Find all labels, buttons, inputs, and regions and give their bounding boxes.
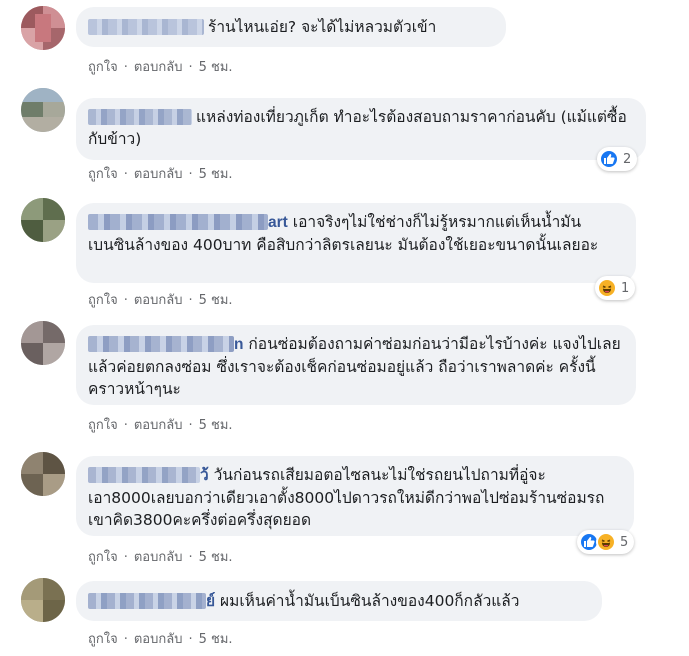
avatar[interactable] [21,321,65,365]
commenter-name[interactable] [88,213,268,230]
timestamp[interactable]: 5 ชม. [199,546,233,567]
reaction-count: 5 [620,534,629,550]
commenter-name[interactable] [88,18,204,35]
reaction-summary[interactable]: 1 [595,276,636,300]
commenter-name[interactable] [88,335,234,352]
avatar[interactable] [21,88,65,132]
reply-link[interactable]: ตอบกลับ [134,414,183,435]
like-link[interactable]: ถูกใจ [88,56,118,77]
like-icon [599,149,619,169]
reply-link[interactable]: ตอบกลับ [134,163,183,184]
like-link[interactable]: ถูกใจ [88,546,118,567]
timestamp[interactable]: 5 ชม. [199,628,233,649]
like-link[interactable]: ถูกใจ [88,163,118,184]
commenter-name-tail[interactable]: ว้ [200,467,209,484]
comment-actions: ถูกใจ · ตอบกลับ · 5 ชม. [88,546,233,567]
comment-actions: ถูกใจ · ตอบกลับ · 5 ชม. [88,628,233,649]
comment-actions: ถูกใจ · ตอบกลับ · 5 ชม. [88,414,233,435]
reaction-summary[interactable]: 5 [577,530,635,554]
comment-actions: ถูกใจ · ตอบกลับ · 5 ชม. [88,289,233,310]
reaction-count: 2 [623,151,632,167]
comment-bubble: ร้านไหนเอ่ย? จะได้ไม่หลวมตัวเข้า [76,7,506,47]
avatar[interactable] [21,578,65,622]
commenter-name[interactable] [88,108,192,125]
timestamp[interactable]: 5 ชม. [199,289,233,310]
comment-actions: ถูกใจ · ตอบกลับ · 5 ชม. [88,56,233,77]
commenter-name-tail[interactable]: art [268,214,288,231]
comment-text: ร้านไหนเอ่ย? จะได้ไม่หลวมตัวเข้า [208,18,437,36]
comment-actions: ถูกใจ · ตอบกลับ · 5 ชม. [88,163,233,184]
timestamp[interactable]: 5 ชม. [199,56,233,77]
reply-link[interactable]: ตอบกลับ [134,628,183,649]
comment-text: ผมเห็นค่าน้ำมันเบ็นซินล้างของ400ก็กลัวแล… [220,592,520,610]
commenter-name-tail[interactable]: n [234,336,243,353]
haha-icon [597,278,617,298]
avatar[interactable] [21,452,65,496]
like-link[interactable]: ถูกใจ [88,289,118,310]
comment-bubble: แหล่งท่องเที่ยวภูเก็ต ทำอะไรต้องสอบถามรา… [76,98,646,160]
comment-feed: ร้านไหนเอ่ย? จะได้ไม่หลวมตัวเข้า ถูกใจ · ต… [0,0,689,656]
comment-bubble: art เอาจริงๆไม่ใช่ช่างก็ไม่รู้หรมากแต่เห… [76,203,636,283]
avatar[interactable] [21,6,65,50]
comment-bubble: ว้ วันก่อนรถเสียมอตอไซลนะไม่ใช่รถยนไปถาม… [76,456,634,536]
commenter-name[interactable] [88,592,206,609]
timestamp[interactable]: 5 ชม. [199,163,233,184]
commenter-name[interactable] [88,466,200,483]
timestamp[interactable]: 5 ชม. [199,414,233,435]
commenter-name-tail[interactable]: ย์ [206,593,215,610]
comment-bubble: ย์ ผมเห็นค่าน้ำมันเบ็นซินล้างของ400ก็กลั… [76,581,602,621]
reaction-summary[interactable]: 2 [597,147,638,171]
avatar[interactable] [21,198,65,242]
reply-link[interactable]: ตอบกลับ [134,289,183,310]
reaction-count: 1 [621,280,630,296]
reply-link[interactable]: ตอบกลับ [134,56,183,77]
reply-link[interactable]: ตอบกลับ [134,546,183,567]
like-link[interactable]: ถูกใจ [88,414,118,435]
comment-bubble: n ก่อนซ่อมต้องถามค่าซ่อมก่อนว่ามีอะไรบ้า… [76,325,636,405]
haha-icon [596,532,616,552]
like-link[interactable]: ถูกใจ [88,628,118,649]
